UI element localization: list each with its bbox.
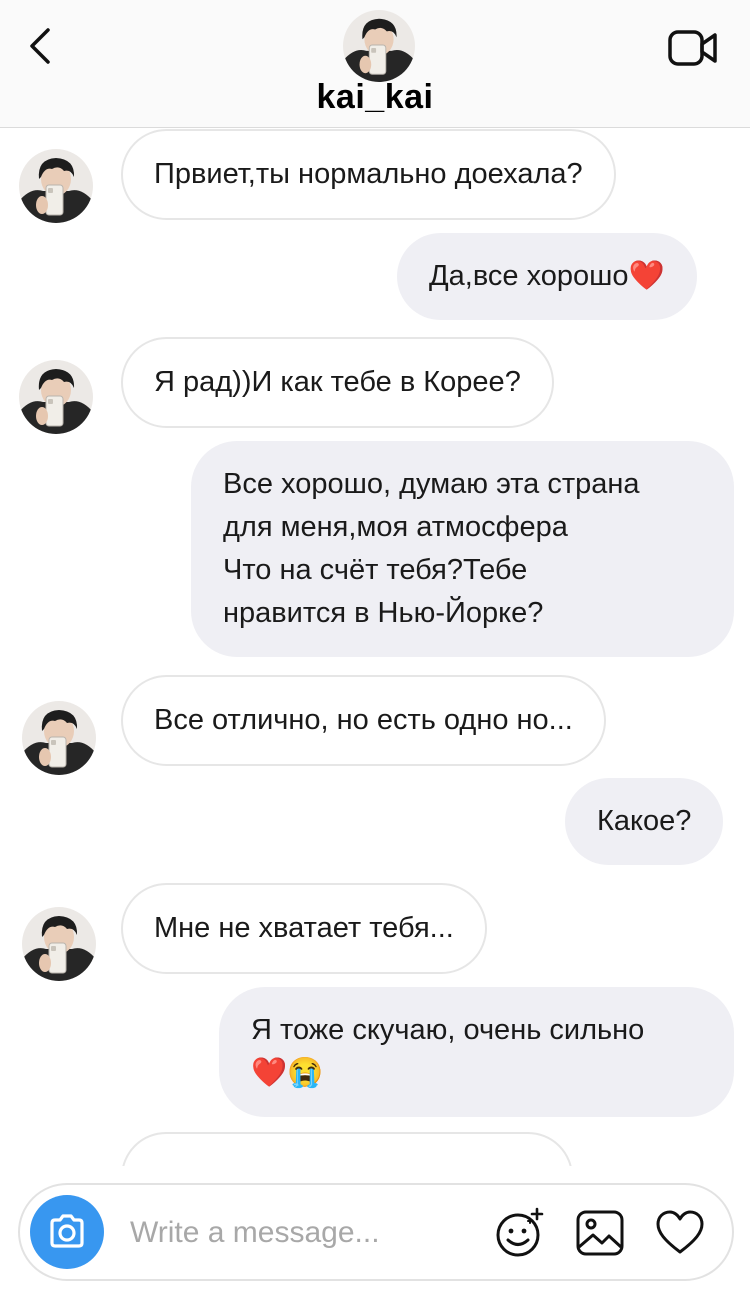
sticker-button[interactable] — [494, 1207, 546, 1259]
message-bubble-outgoing[interactable]: Да,все хорошо❤️ — [397, 233, 697, 320]
sender-avatar[interactable] — [19, 360, 93, 434]
sender-avatar[interactable] — [19, 149, 93, 223]
gallery-image-icon — [576, 1210, 624, 1256]
chevron-left-icon — [30, 28, 50, 64]
message-thread[interactable]: Првиет,ты нормально доехала? Да,все хоро… — [0, 129, 750, 1166]
video-camera-icon — [668, 30, 717, 66]
message-bubble-incoming[interactable]: Все отлично, но есть одно но... — [121, 675, 606, 766]
message-bubble-outgoing[interactable]: Я тоже скучаю, очень сильно ❤️😭 — [219, 987, 734, 1117]
message-bubble-incoming[interactable]: Я рад))И как тебе в Корее? — [121, 337, 554, 428]
message-bubble-incoming-partial — [121, 1132, 573, 1166]
message-bubble-outgoing[interactable]: Какое? — [565, 778, 724, 865]
sender-avatar[interactable] — [22, 907, 96, 981]
message-bubble-outgoing[interactable]: Все хорошо, думаю эта страна для меня,мо… — [191, 441, 734, 657]
heart-icon — [656, 1210, 704, 1254]
gallery-button[interactable] — [574, 1207, 626, 1259]
sticker-smiley-icon — [496, 1207, 544, 1257]
username-title[interactable]: kai_kai — [0, 78, 750, 117]
message-input[interactable] — [130, 1203, 470, 1263]
camera-icon — [50, 1214, 84, 1248]
message-bubble-incoming[interactable]: Првиет,ты нормально доехала? — [121, 129, 616, 220]
message-bubble-incoming[interactable]: Мне не хватает тебя... — [121, 883, 487, 974]
sender-avatar[interactable] — [22, 701, 96, 775]
video-call-button[interactable] — [666, 26, 720, 70]
camera-button[interactable] — [30, 1195, 104, 1269]
profile-avatar[interactable] — [343, 10, 415, 82]
back-button[interactable] — [22, 24, 62, 68]
like-button[interactable] — [654, 1207, 706, 1259]
chat-header: kai_kai — [0, 0, 750, 128]
message-composer — [18, 1183, 734, 1281]
